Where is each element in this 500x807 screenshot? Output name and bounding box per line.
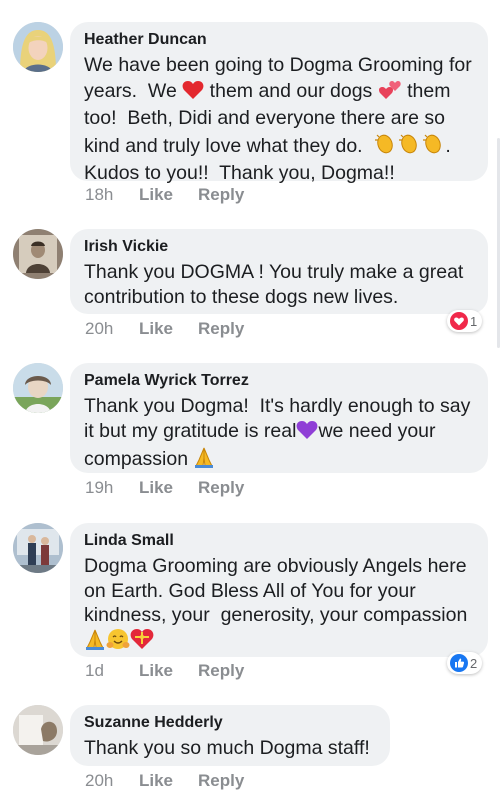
timestamp[interactable]: 18h xyxy=(85,185,139,205)
comment-bubble: Suzanne Hedderly Thank you so much Dogma… xyxy=(70,705,390,766)
like-button[interactable]: Like xyxy=(139,478,198,498)
comment-bubble: Heather Duncan We have been going to Dog… xyxy=(70,22,488,184)
hugging-face-emoji xyxy=(106,628,130,657)
like-button[interactable]: Like xyxy=(139,661,198,681)
reaction-count[interactable]: 1 xyxy=(447,310,483,332)
heart-with-ribbon-emoji xyxy=(130,628,154,657)
like-button[interactable]: Like xyxy=(139,185,198,205)
avatar[interactable] xyxy=(13,229,63,279)
avatar[interactable] xyxy=(13,523,63,573)
timestamp[interactable]: 19h xyxy=(85,478,139,498)
folded-hands-emoji xyxy=(84,628,106,657)
reply-button[interactable]: Reply xyxy=(198,478,244,498)
avatar[interactable] xyxy=(13,22,63,72)
like-button[interactable]: Like xyxy=(139,771,198,791)
comment-text: Thank you so much Dogma staff! xyxy=(84,737,370,759)
red-heart-emoji xyxy=(182,80,204,107)
comment-text: Thank you DOGMA ! You truly make a great… xyxy=(84,261,469,308)
comment-text: Dogma Grooming are obviously Angels here… xyxy=(84,554,474,656)
comment-text: Thank you Dogma! It's hardly enough to s… xyxy=(84,394,474,475)
comment-bubble: Pamela Wyrick Torrez Thank you Dogma! It… xyxy=(70,363,488,473)
avatar[interactable] xyxy=(13,363,63,413)
commenter-name[interactable]: Heather Duncan xyxy=(84,30,474,50)
reaction-count-value: 1 xyxy=(470,313,478,329)
comment-actions: 20h Like Reply xyxy=(85,771,244,791)
reaction-count[interactable]: 2 xyxy=(447,652,483,674)
commenter-name[interactable]: Irish Vickie xyxy=(84,237,474,257)
timestamp[interactable]: 20h xyxy=(85,319,139,339)
reply-button[interactable]: Reply xyxy=(198,185,244,205)
reply-button[interactable]: Reply xyxy=(198,661,244,681)
clapping-hands-emoji xyxy=(373,131,445,162)
comment-bubble: Linda Small Dogma Grooming are obviously… xyxy=(70,523,488,657)
like-reaction-icon xyxy=(450,654,468,672)
comment-actions: 1d Like Reply xyxy=(85,661,244,681)
comment-bubble: Irish Vickie Thank you DOGMA ! You truly… xyxy=(70,229,488,314)
commenter-name[interactable]: Linda Small xyxy=(84,531,474,551)
comment-actions: 18h Like Reply xyxy=(85,185,244,205)
love-reaction-icon xyxy=(450,312,468,330)
reaction-count-value: 2 xyxy=(470,655,478,671)
timestamp[interactable]: 1d xyxy=(85,661,139,681)
commenter-name[interactable]: Suzanne Hedderly xyxy=(84,713,376,733)
avatar[interactable] xyxy=(13,705,63,755)
two-hearts-emoji xyxy=(378,78,402,107)
comment-actions: 20h Like Reply xyxy=(85,319,244,339)
comment-text: We have been going to Dogma Grooming for… xyxy=(84,54,478,184)
folded-hands-emoji xyxy=(193,446,215,475)
like-button[interactable]: Like xyxy=(139,319,198,339)
reply-button[interactable]: Reply xyxy=(198,319,244,339)
timestamp[interactable]: 20h xyxy=(85,771,139,791)
comment-actions: 19h Like Reply xyxy=(85,478,244,498)
commenter-name[interactable]: Pamela Wyrick Torrez xyxy=(84,371,474,391)
purple-heart-emoji xyxy=(296,420,318,447)
reply-button[interactable]: Reply xyxy=(198,771,244,791)
